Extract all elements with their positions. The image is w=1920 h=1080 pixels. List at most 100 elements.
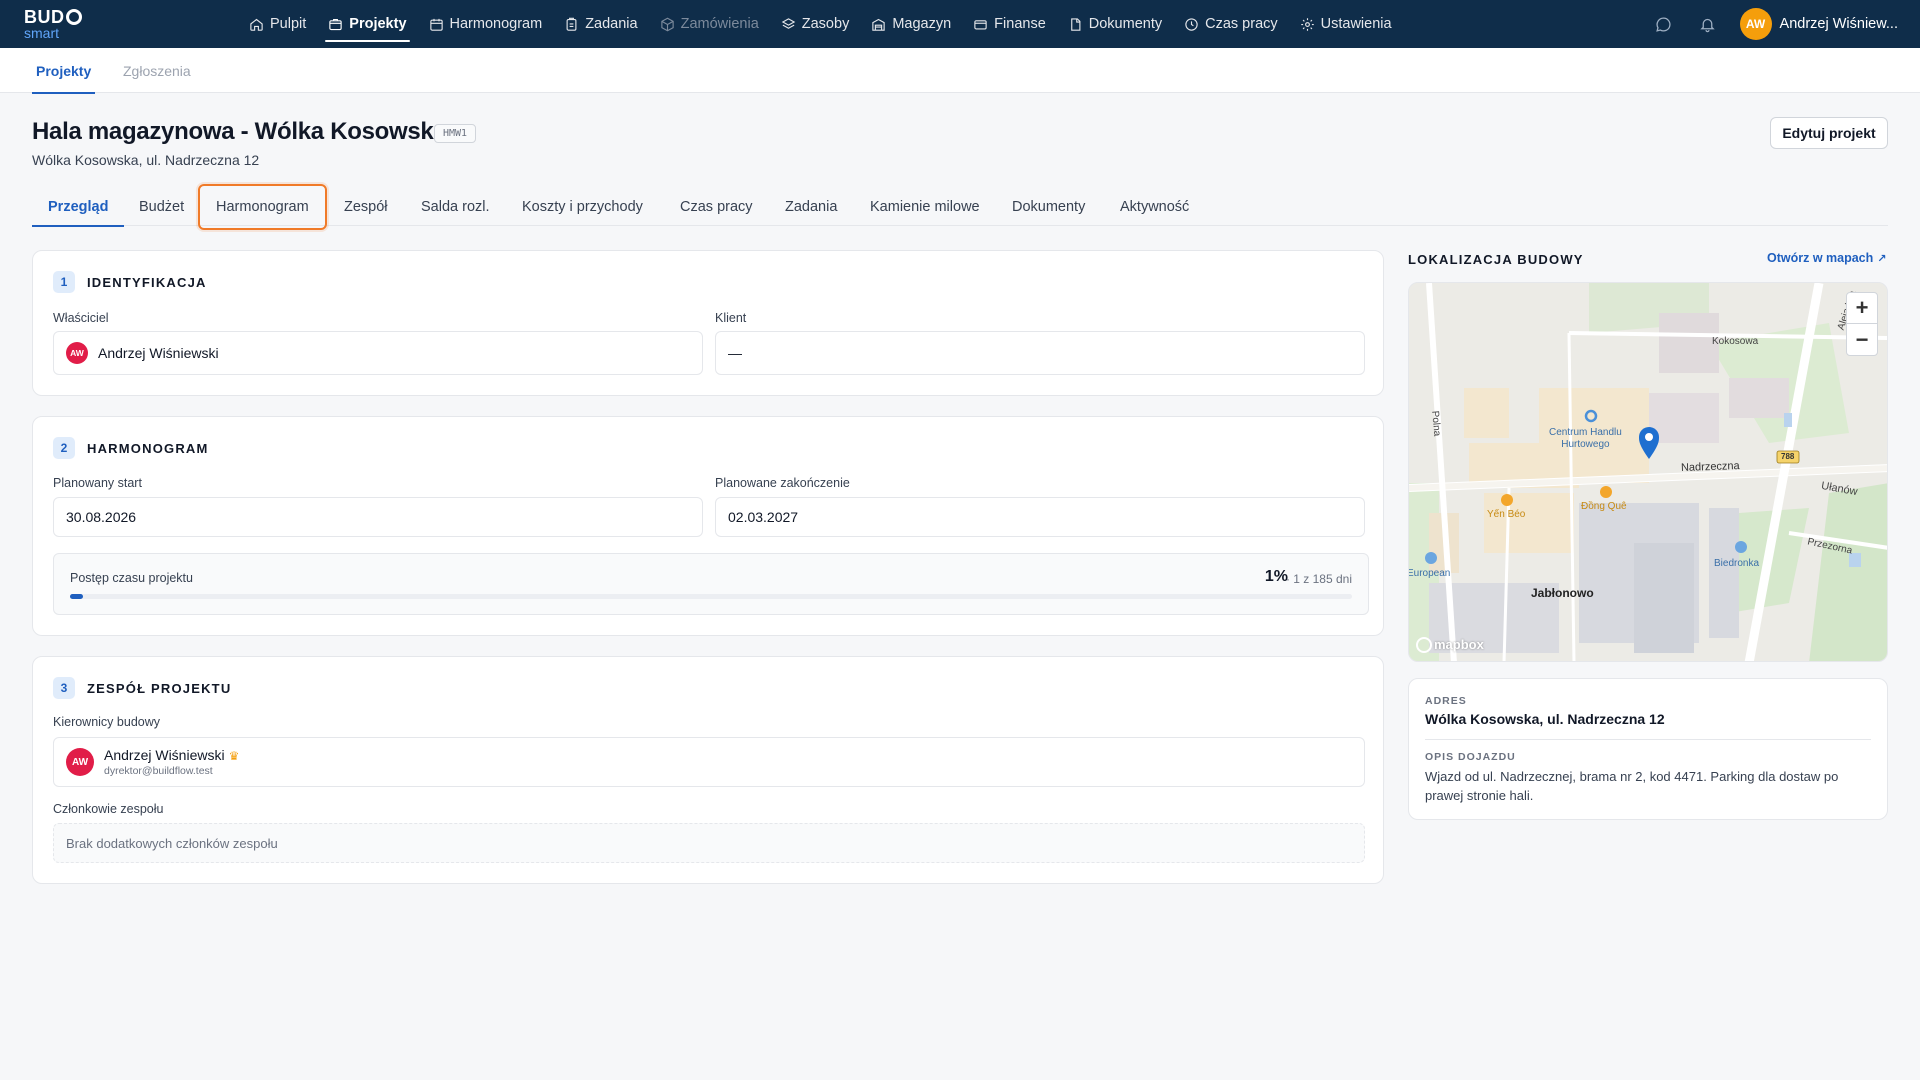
members-empty-state: Brak dodatkowych członków zespołu xyxy=(53,823,1365,863)
logo-subtext: smart xyxy=(24,25,59,41)
team-card: 3 ZESPÓŁ PROJEKTU Kierownicy budowy AW A… xyxy=(32,656,1384,884)
nav-finanse[interactable]: Finanse xyxy=(962,0,1057,48)
tab-aktywnosc[interactable]: Aktywność xyxy=(1120,188,1189,226)
project-code-badge: HMW1 xyxy=(434,124,477,143)
client-field[interactable]: — xyxy=(715,331,1365,375)
map-route-badge: 788 xyxy=(1781,452,1795,461)
clipboard-icon xyxy=(566,17,577,31)
nav-czas-pracy[interactable]: Czas pracy xyxy=(1173,0,1289,48)
start-date-field[interactable]: 30.08.2026 xyxy=(53,497,703,537)
logo-mark xyxy=(65,9,82,25)
crown-icon: ♛ xyxy=(228,748,240,763)
gear-icon xyxy=(1300,17,1314,31)
section-header: 2 HARMONOGRAM xyxy=(53,437,209,459)
tab-dokumenty[interactable]: Dokumenty xyxy=(1012,188,1085,226)
avatar: AW xyxy=(66,748,94,776)
identification-card: 1 IDENTYFIKACJA Właściciel AW Andrzej Wi… xyxy=(32,250,1384,396)
progress-track xyxy=(70,594,1352,599)
logo-text: BUD xyxy=(24,7,65,27)
nav-label: Pulpit xyxy=(270,16,307,32)
section-title: HARMONOGRAM xyxy=(87,440,209,456)
manager-row[interactable]: AW Andrzej Wiśniewski ♛ dyrektor@buildflo… xyxy=(53,737,1365,787)
tab-przeglad[interactable]: Przegląd xyxy=(31,188,125,227)
manager-email: dyrektor@buildflow.test xyxy=(104,764,213,777)
nav-harmonogram[interactable]: Harmonogram xyxy=(418,0,554,48)
divider xyxy=(1425,739,1871,740)
zoom-out-button[interactable]: − xyxy=(1847,324,1877,355)
zoom-in-button[interactable]: + xyxy=(1847,293,1877,324)
nav-zamowienia[interactable]: Zamówienia xyxy=(649,0,770,48)
open-in-maps-link[interactable]: Otwórz w mapach ↗ xyxy=(1767,251,1887,265)
tab-salda[interactable]: Salda rozl. xyxy=(421,188,490,226)
nav-label: Magazyn xyxy=(892,16,952,32)
progress-label: Postęp czasu projektu xyxy=(70,571,193,585)
address-value: Wólka Kosowska, ul. Nadrzeczna 12 xyxy=(1425,711,1665,727)
main-menu: Pulpit Projekty Harmonogram Zadania Zamó… xyxy=(238,0,1403,48)
map[interactable]: Kokosowa Aleja Kra Polna Centrum Handlu … xyxy=(1408,282,1888,662)
nav-dokumenty[interactable]: Dokumenty xyxy=(1057,0,1173,48)
nav-label: Harmonogram xyxy=(449,16,543,32)
notifications-button[interactable] xyxy=(1686,0,1730,48)
map-label-polna: Polna xyxy=(1429,410,1443,437)
end-date-value: 02.03.2027 xyxy=(728,509,799,525)
progress-percent: 1% xyxy=(1264,568,1288,585)
home-icon xyxy=(250,18,263,31)
client-value: — xyxy=(728,345,742,361)
location-title: LOKALIZACJA BUDOWY xyxy=(1408,252,1584,267)
owner-field[interactable]: AW Andrzej Wiśniewski xyxy=(53,331,703,375)
subtab-projekty[interactable]: Projekty xyxy=(31,48,96,94)
box-icon xyxy=(660,17,674,31)
nav-label: Ustawienia xyxy=(1320,16,1392,32)
app-logo[interactable]: BUD smart xyxy=(24,8,84,42)
clock-icon xyxy=(1185,17,1198,31)
nav-zadania[interactable]: Zadania xyxy=(553,0,648,48)
tab-koszty[interactable]: Koszty i przychody xyxy=(522,188,643,226)
section-header: 1 IDENTYFIKACJA xyxy=(53,271,207,293)
tab-zespol[interactable]: Zespół xyxy=(344,188,388,226)
chat-icon xyxy=(1656,16,1671,32)
tab-zadania[interactable]: Zadania xyxy=(785,188,837,226)
managers-label: Kierownicy budowy xyxy=(53,715,160,729)
schedule-card: 2 HARMONOGRAM Planowany start 30.08.2026… xyxy=(32,416,1384,636)
nav-pulpit[interactable]: Pulpit xyxy=(238,0,317,48)
calendar-icon xyxy=(429,18,443,31)
chat-button[interactable] xyxy=(1642,0,1686,48)
tab-czas-pracy[interactable]: Czas pracy xyxy=(680,188,753,226)
avatar: AW xyxy=(1739,8,1772,40)
subtab-zgloszenia[interactable]: Zgłoszenia xyxy=(123,48,191,93)
progress-days: · 1 z 185 dni xyxy=(1285,572,1352,586)
progress-fill xyxy=(70,594,83,599)
top-navigation: BUD smart Pulpit Projekty Harmonogram Za… xyxy=(0,0,1920,48)
client-label: Klient xyxy=(715,311,747,325)
section-number: 3 xyxy=(53,677,75,699)
tab-kamienie[interactable]: Kamienie milowe xyxy=(870,188,980,226)
nav-magazyn[interactable]: Magazyn xyxy=(860,0,962,48)
edit-project-button[interactable]: Edytuj projekt xyxy=(1770,117,1888,149)
nav-ustawienia[interactable]: Ustawienia xyxy=(1289,0,1403,48)
user-menu[interactable]: AW Andrzej Wiśniew... xyxy=(1739,8,1898,40)
project-address: Wólka Kosowska, ul. Nadrzeczna 12 xyxy=(32,152,260,168)
map-label-nadrzeczna: Nadrzeczna xyxy=(1680,459,1740,475)
tab-budzet[interactable]: Budżet xyxy=(139,188,184,226)
tab-harmonogram[interactable]: Harmonogram xyxy=(198,184,327,230)
time-progress-box: Postęp czasu projektu 1% · 1 z 185 dni xyxy=(53,553,1369,615)
project-tabs: Przegląd Budżet Harmonogram Zespół Salda… xyxy=(31,184,1888,230)
nav-projekty[interactable]: Projekty xyxy=(317,0,417,48)
page-title: Hala magazynowa - Wólka Kosowska xyxy=(32,118,447,145)
end-date-field[interactable]: 02.03.2027 xyxy=(715,497,1365,537)
address-label: ADRES xyxy=(1425,695,1467,707)
nav-label: Finanse xyxy=(994,16,1046,32)
top-right-controls: AW Andrzej Wiśniew... xyxy=(1642,0,1920,48)
mapbox-logo: mapbox xyxy=(1434,637,1484,652)
section-number: 2 xyxy=(53,437,75,459)
map-label-european: European xyxy=(1408,568,1451,579)
open-in-maps-label: Otwórz w mapach xyxy=(1767,251,1874,265)
members-empty-text: Brak dodatkowych członków zespołu xyxy=(66,835,278,851)
manager-name: Andrzej Wiśniewski xyxy=(104,746,225,763)
nav-zasoby[interactable]: Zasoby xyxy=(770,0,861,48)
nav-label: Dokumenty xyxy=(1088,16,1163,32)
directions-value: Wjazd od ul. Nadrzecznej, brama nr 2, ko… xyxy=(1425,769,1839,803)
folder-icon xyxy=(329,18,342,30)
map-label-yen: Yến Béo xyxy=(1487,509,1526,520)
map-label-centrum: Centrum Handlu Hurtowego xyxy=(1549,427,1622,451)
